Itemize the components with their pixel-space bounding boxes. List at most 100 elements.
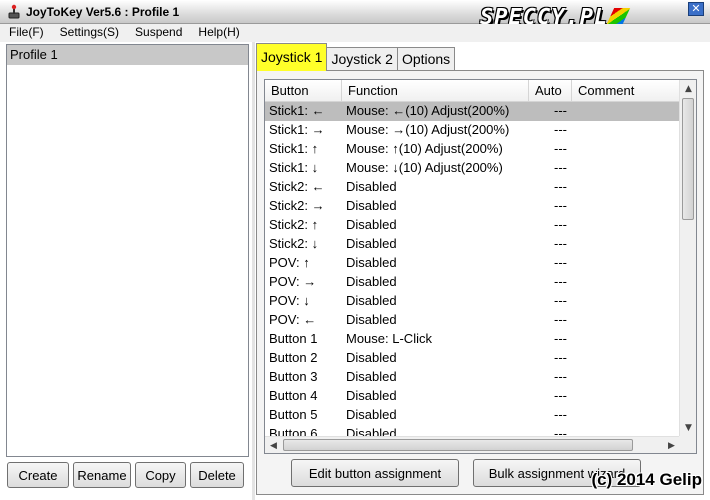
cell-button: Button 2 <box>269 350 318 365</box>
column-header-auto[interactable]: Auto <box>529 80 572 101</box>
cell-comment <box>582 311 680 330</box>
table-row[interactable]: Stick2: → Disabled --- <box>265 197 680 216</box>
table-row[interactable]: POV: ↑ Disabled --- <box>265 254 680 273</box>
cell-button: POV: → <box>269 274 317 289</box>
horizontal-scroll-thumb[interactable] <box>283 439 633 451</box>
profile-list: Profile 1 <box>6 44 249 457</box>
column-header-comment[interactable]: Comment <box>572 80 680 101</box>
cell-auto: --- <box>554 160 567 175</box>
cell-button: POV: ← <box>269 312 317 327</box>
table-row[interactable]: Button 3 Disabled --- <box>265 368 680 387</box>
table-row[interactable]: Stick1: → Mouse: →(10) Adjust(200%) --- <box>265 121 680 140</box>
edit-button-assignment-button[interactable]: Edit button assignment <box>291 459 459 487</box>
cell-comment <box>582 330 680 349</box>
cell-auto: --- <box>554 312 567 327</box>
copy-button[interactable]: Copy <box>135 462 186 488</box>
cell-button: Stick1: ↓ <box>269 160 319 175</box>
cell-comment <box>582 235 680 254</box>
cell-auto: --- <box>554 274 567 289</box>
window-title: JoyToKey Ver5.6 : Profile 1 <box>26 5 180 19</box>
table-row[interactable]: Button 1 Mouse: L-Click --- <box>265 330 680 349</box>
menu-settings[interactable]: Settings(S) <box>51 24 126 42</box>
table-row[interactable]: POV: ↓ Disabled --- <box>265 292 680 311</box>
scroll-left-icon[interactable]: ◀ <box>265 437 282 453</box>
cell-button: Button 5 <box>269 407 318 422</box>
cell-button: Stick2: ↑ <box>269 217 319 232</box>
joystick-app-icon <box>8 4 20 19</box>
table-row[interactable]: POV: ← Disabled --- <box>265 311 680 330</box>
cell-function: Mouse: ↓(10) Adjust(200%) <box>346 160 503 175</box>
vertical-scroll-thumb[interactable] <box>682 98 694 220</box>
cell-comment <box>582 140 680 159</box>
scroll-up-icon[interactable]: ▲ <box>680 80 696 97</box>
cell-auto: --- <box>554 331 567 346</box>
horizontal-scrollbar[interactable]: ◀ ▶ <box>265 436 680 453</box>
column-header-function[interactable]: Function <box>342 80 529 101</box>
cell-button: Stick2: ← <box>269 179 325 194</box>
cell-function: Disabled <box>346 236 397 251</box>
menu-suspend[interactable]: Suspend <box>126 24 189 42</box>
menu-file[interactable]: File(F) <box>0 24 51 42</box>
cell-function: Disabled <box>346 217 397 232</box>
title-bar: JoyToKey Ver5.6 : Profile 1 SPECCY.PL ✕ <box>0 0 710 30</box>
table-row[interactable]: Button 2 Disabled --- <box>265 349 680 368</box>
cell-comment <box>582 121 680 140</box>
cell-auto: --- <box>554 369 567 384</box>
table-row[interactable]: POV: → Disabled --- <box>265 273 680 292</box>
cell-button: Button 3 <box>269 369 318 384</box>
delete-button[interactable]: Delete <box>190 462 244 488</box>
table-row[interactable]: Stick2: ↑ Disabled --- <box>265 216 680 235</box>
table-row[interactable]: Button 5 Disabled --- <box>265 406 680 425</box>
cell-auto: --- <box>554 293 567 308</box>
cell-auto: --- <box>554 141 567 156</box>
cell-auto: --- <box>554 179 567 194</box>
cell-auto: --- <box>554 407 567 422</box>
copyright-watermark: (c) 2014 Gelip <box>591 470 702 489</box>
cell-button: POV: ↓ <box>269 293 310 308</box>
rename-button[interactable]: Rename <box>73 462 131 488</box>
scroll-corner <box>679 436 696 453</box>
cell-comment <box>582 102 680 121</box>
table-row[interactable]: Stick2: ← Disabled --- <box>265 178 680 197</box>
table-row[interactable]: Stick1: ↓ Mouse: ↓(10) Adjust(200%) --- <box>265 159 680 178</box>
scroll-right-icon[interactable]: ▶ <box>663 437 680 453</box>
table-row[interactable]: Button 4 Disabled --- <box>265 387 680 406</box>
cell-comment <box>582 254 680 273</box>
cell-comment <box>582 387 680 406</box>
profile-item[interactable]: Profile 1 <box>7 45 248 65</box>
menu-help[interactable]: Help(H) <box>189 24 246 42</box>
tab-strip: Joystick 1 Joystick 2 Options <box>256 43 456 71</box>
grid-header: Button Function Auto Comment <box>265 80 696 102</box>
cell-button: POV: ↑ <box>269 255 310 270</box>
cell-function: Disabled <box>346 274 397 289</box>
table-row[interactable]: Stick1: ← Mouse: ←(10) Adjust(200%) --- <box>265 102 680 121</box>
cell-function: Disabled <box>346 407 397 422</box>
cell-button: Button 4 <box>269 388 318 403</box>
scroll-down-icon[interactable]: ▼ <box>680 419 696 436</box>
cell-auto: --- <box>554 236 567 251</box>
grid-rows: Stick1: ← Mouse: ←(10) Adjust(200%) --- Sti… <box>265 102 680 444</box>
cell-auto: --- <box>554 255 567 270</box>
cell-function: Disabled <box>346 369 397 384</box>
tab-options[interactable]: Options <box>396 47 456 71</box>
cell-comment <box>582 368 680 387</box>
cell-function: Disabled <box>346 388 397 403</box>
close-icon[interactable]: ✕ <box>688 2 704 16</box>
table-row[interactable]: Stick1: ↑ Mouse: ↑(10) Adjust(200%) --- <box>265 140 680 159</box>
cell-comment <box>582 178 680 197</box>
create-button[interactable]: Create <box>7 462 69 488</box>
cell-comment <box>582 197 680 216</box>
cell-function: Disabled <box>346 255 397 270</box>
cell-comment <box>582 406 680 425</box>
table-row[interactable]: Stick2: ↓ Disabled --- <box>265 235 680 254</box>
pane-splitter[interactable] <box>252 42 255 500</box>
cell-auto: --- <box>554 198 567 213</box>
profile-buttons: Create Rename Copy Delete <box>7 462 244 488</box>
cell-function: Disabled <box>346 179 397 194</box>
column-header-button[interactable]: Button <box>265 80 342 101</box>
tab-joystick-1[interactable]: Joystick 1 <box>256 43 328 71</box>
button-assignment-grid: Button Function Auto Comment Stick1: ← Mo… <box>264 79 697 454</box>
cell-comment <box>582 292 680 311</box>
vertical-scrollbar[interactable]: ▲ ▼ <box>679 80 696 436</box>
tab-joystick-2[interactable]: Joystick 2 <box>326 47 398 71</box>
